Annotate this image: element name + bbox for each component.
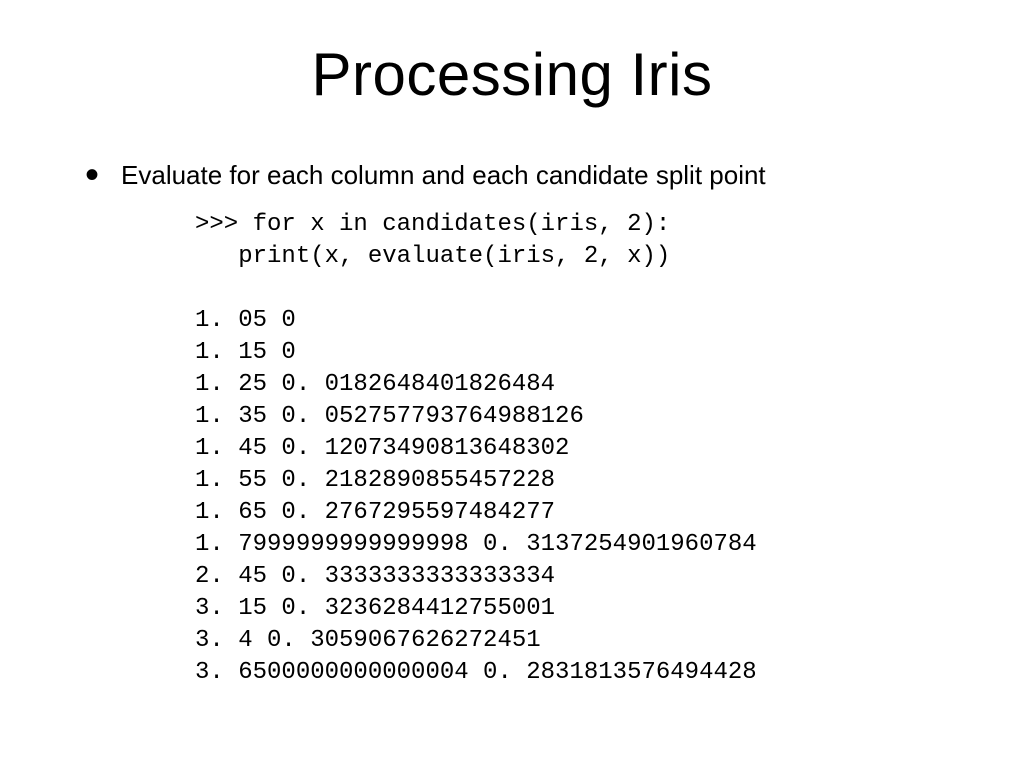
- code-snippet: >>> for x in candidates(iris, 2): print(…: [195, 209, 964, 273]
- bullet-text: Evaluate for each column and each candid…: [121, 159, 766, 191]
- output-line: 3. 15 0. 3236284412755001: [195, 595, 555, 622]
- output-line: 1. 05 0: [195, 307, 296, 334]
- slide-container: Processing Iris • Evaluate for each colu…: [0, 0, 1024, 768]
- output-line: 1. 25 0. 0182648401826484: [195, 371, 555, 398]
- output-block: 1. 05 0 1. 15 0 1. 25 0. 018264840182648…: [195, 305, 964, 689]
- output-line: 1. 45 0. 12073490813648302: [195, 435, 569, 462]
- output-line: 1. 35 0. 052757793764988126: [195, 403, 584, 430]
- output-line: 1. 55 0. 2182890855457228: [195, 467, 555, 494]
- code-line: print(x, evaluate(iris, 2, x)): [195, 243, 670, 270]
- output-line: 1. 15 0: [195, 339, 296, 366]
- output-line: 1. 65 0. 2767295597484277: [195, 499, 555, 526]
- bullet-item: • Evaluate for each column and each cand…: [85, 159, 964, 191]
- output-line: 1. 7999999999999998 0. 3137254901960784: [195, 531, 757, 558]
- code-line: >>> for x in candidates(iris, 2):: [195, 211, 670, 238]
- output-line: 3. 6500000000000004 0. 2831813576494428: [195, 659, 757, 686]
- bullet-dot-icon: •: [85, 165, 99, 185]
- output-line: 3. 4 0. 3059067626272451: [195, 627, 541, 654]
- slide-title: Processing Iris: [60, 40, 964, 109]
- output-line: 2. 45 0. 3333333333333334: [195, 563, 555, 590]
